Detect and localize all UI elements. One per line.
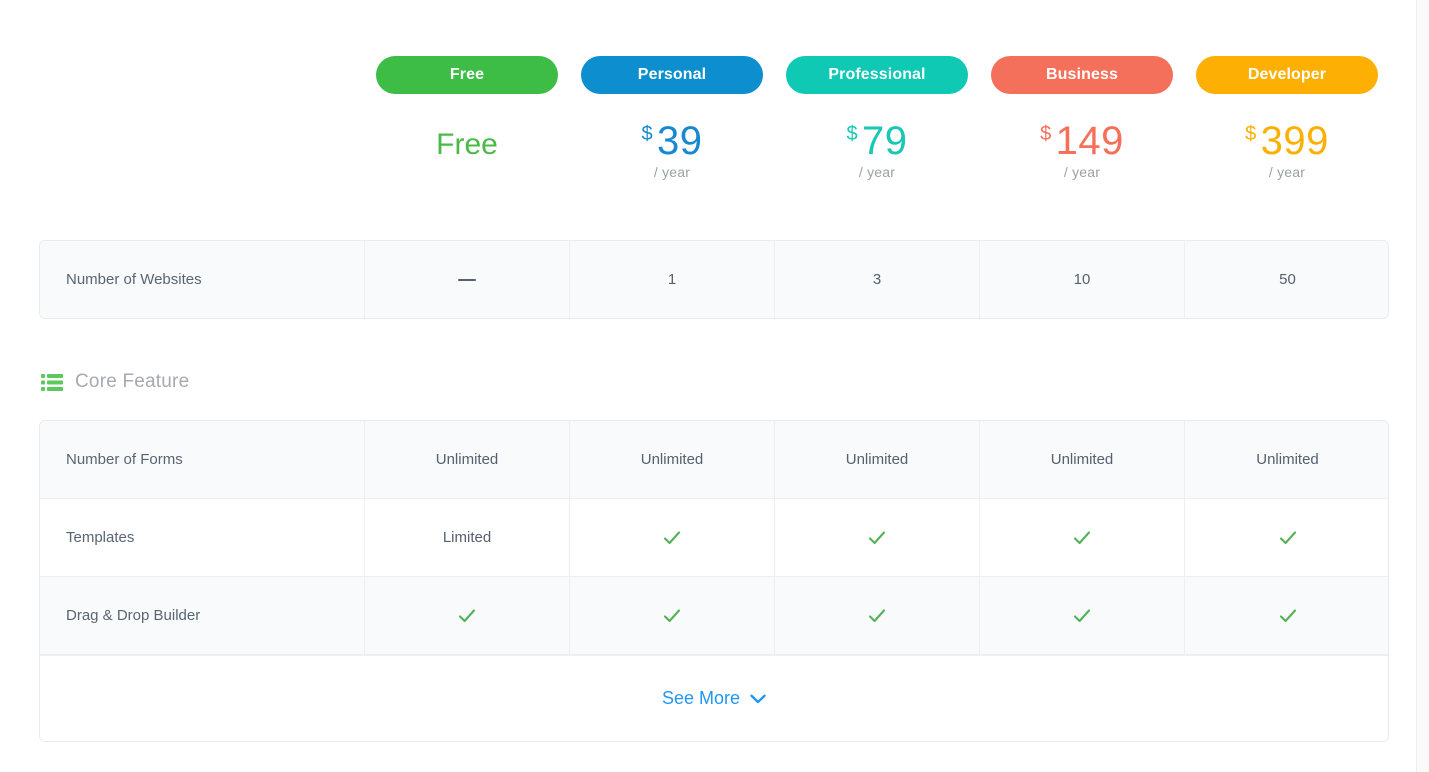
plans-header-spacer <box>40 56 365 180</box>
list-icon <box>41 373 63 391</box>
cell-free: Limited <box>365 499 570 576</box>
plan-price-business: $ 149 <box>980 112 1185 163</box>
plan-column-personal: Personal $ 39 / year <box>570 56 775 180</box>
plan-column-business: Business $ 149 / year <box>980 56 1185 180</box>
cell-developer <box>1185 577 1388 654</box>
table-row: Number of Websites 1 3 10 50 <box>40 241 1388 318</box>
core-feature-section-header: Core Feature <box>39 371 1389 393</box>
see-more-row: See More <box>40 655 1388 741</box>
plan-price-professional: $ 79 <box>775 112 980 163</box>
plans-header-section: Free Free Personal $ 39 / year Professio… <box>0 0 1429 180</box>
cell-business <box>980 499 1185 576</box>
plans-header-row: Free Free Personal $ 39 / year Professio… <box>40 56 1390 180</box>
check-icon <box>1278 528 1298 548</box>
pricing-comparison-page: Free Free Personal $ 39 / year Professio… <box>0 0 1429 772</box>
plan-pill-developer[interactable]: Developer <box>1196 56 1378 94</box>
plan-price-developer: $ 399 <box>1185 112 1390 163</box>
cell-business: Unlimited <box>980 421 1185 498</box>
plan-price-personal: $ 39 <box>570 112 775 163</box>
cell-business <box>980 577 1185 654</box>
feature-label: Templates <box>40 499 365 576</box>
plan-pill-professional[interactable]: Professional <box>786 56 968 94</box>
table-row: Number of Forms Unlimited Unlimited Unli… <box>40 421 1388 499</box>
cell-professional: 3 <box>775 241 980 318</box>
check-icon <box>867 606 887 626</box>
plan-period-professional: / year <box>858 164 896 180</box>
cell-developer: Unlimited <box>1256 451 1319 468</box>
check-icon <box>1072 528 1092 548</box>
cell-personal <box>570 499 775 576</box>
cell-personal <box>570 577 775 654</box>
cell-professional <box>775 577 980 654</box>
see-more-label: See More <box>661 688 741 708</box>
cell-business: 10 <box>980 241 1185 318</box>
plan-pill-personal[interactable]: Personal <box>581 56 763 94</box>
cell-free <box>365 577 570 654</box>
plan-pill-business[interactable]: Business <box>991 56 1173 94</box>
table-row: Drag & Drop Builder <box>40 577 1388 655</box>
cell-developer <box>1185 499 1388 576</box>
plan-currency-personal: $ <box>641 123 653 145</box>
plan-currency-developer: $ <box>1245 123 1257 145</box>
core-feature-table: Number of Forms Unlimited Unlimited Unli… <box>39 420 1389 742</box>
feature-label: Number of Websites <box>40 241 365 318</box>
dash-icon <box>458 278 476 281</box>
check-icon <box>662 606 682 626</box>
plan-amount-developer: 399 <box>1260 119 1329 163</box>
summary-table-wrapper: Number of Websites 1 3 10 50 <box>39 240 1389 319</box>
plan-column-free: Free Free <box>365 56 570 180</box>
cell-free <box>365 241 570 318</box>
plan-column-professional: Professional $ 79 / year <box>775 56 980 180</box>
page-scrollbar[interactable] <box>1416 0 1429 772</box>
feature-label: Drag & Drop Builder <box>40 577 365 654</box>
cell-personal: Unlimited <box>570 421 775 498</box>
check-icon <box>662 528 682 548</box>
plan-price-free: Free <box>365 112 570 161</box>
cell-free: Unlimited <box>365 421 570 498</box>
core-feature-table-wrapper: Number of Forms Unlimited Unlimited Unli… <box>39 420 1389 742</box>
summary-table: Number of Websites 1 3 10 50 <box>39 240 1389 319</box>
cell-developer: 50 <box>1279 271 1296 288</box>
feature-label: Number of Forms <box>40 421 365 498</box>
cell-personal: 1 <box>570 241 775 318</box>
table-row: Templates Limited <box>40 499 1388 577</box>
see-more-button[interactable]: See More <box>662 688 766 709</box>
check-icon <box>457 606 477 626</box>
plan-amount-professional: 79 <box>862 119 908 163</box>
cell-professional: Unlimited <box>775 421 980 498</box>
plan-amount-free: Free <box>436 128 498 161</box>
chevron-down-icon <box>750 694 766 704</box>
plan-column-developer: Developer $ 399 / year <box>1185 56 1390 180</box>
check-icon <box>1072 606 1092 626</box>
plan-period-business: / year <box>1063 164 1101 180</box>
plan-pill-free[interactable]: Free <box>376 56 558 94</box>
plan-period-personal: / year <box>653 164 691 180</box>
plan-period-developer: / year <box>1268 164 1306 180</box>
plan-amount-business: 149 <box>1055 119 1124 163</box>
section-title-text: Core Feature <box>75 371 190 392</box>
plan-currency-professional: $ <box>846 123 858 145</box>
check-icon <box>867 528 887 548</box>
check-icon <box>1278 606 1298 626</box>
cell-professional <box>775 499 980 576</box>
plan-currency-business: $ <box>1040 123 1052 145</box>
plan-amount-personal: 39 <box>657 119 703 163</box>
